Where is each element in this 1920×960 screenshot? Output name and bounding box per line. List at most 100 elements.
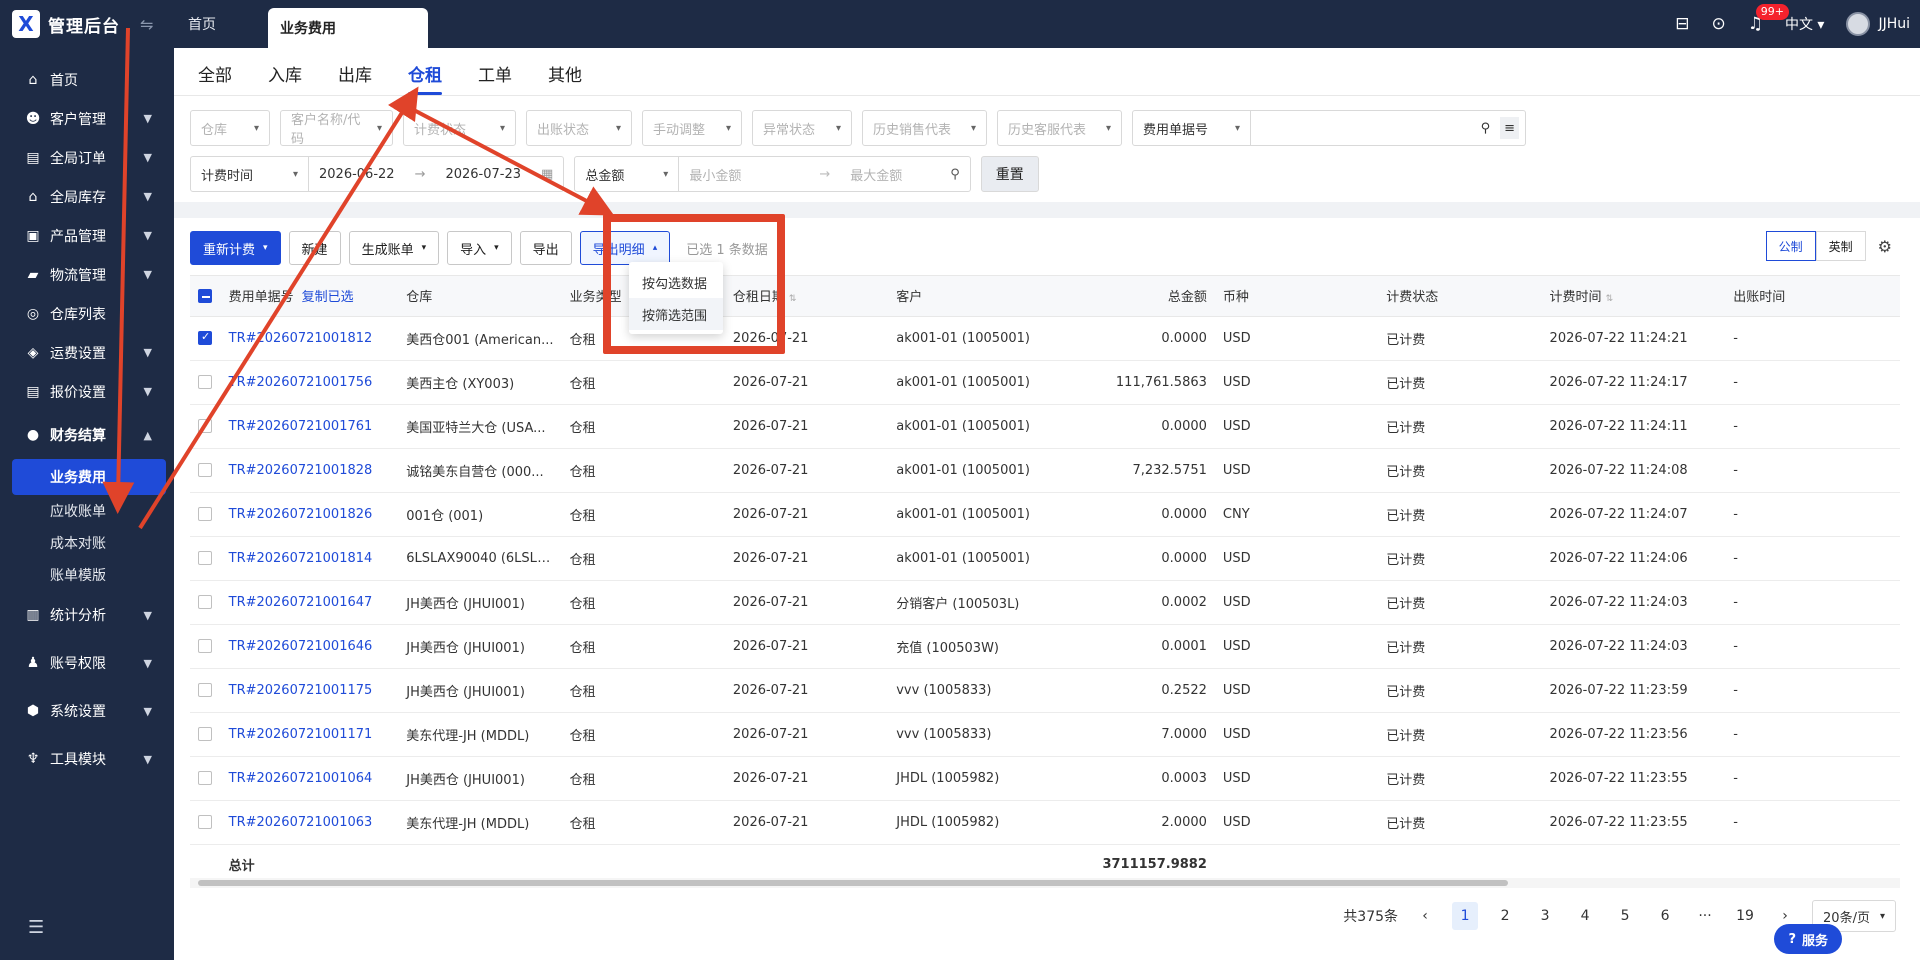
table-row[interactable]: TR#20260721001647 JH美西仓 (JHUI001) 仓租 2026-0…	[190, 580, 1900, 625]
export-option-0[interactable]: 按勾选数据	[629, 266, 723, 298]
filter-select[interactable]: 计费状态 ▾	[403, 110, 516, 146]
bell-icon[interactable]: ♫ 99+	[1748, 4, 1789, 34]
filter-select[interactable]: 客户名称/代码 ▾	[280, 110, 393, 147]
page-6[interactable]: 6	[1652, 902, 1678, 930]
sidebar-item-warehouse[interactable]: ⌂ 全局库存 ▼	[0, 177, 174, 216]
page-···[interactable]: ···	[1692, 902, 1718, 930]
page-5[interactable]: 5	[1612, 902, 1638, 930]
row-checkbox[interactable]	[190, 316, 221, 361]
metric-option[interactable]: 公制	[1765, 231, 1816, 261]
tab-business-fees[interactable]: 业务费用	[268, 8, 428, 48]
export-detail-button[interactable]: 导出明细 ▴	[579, 231, 671, 265]
row-checkbox[interactable]	[190, 668, 221, 713]
recalculate-button[interactable]: 重新计费 ▾	[190, 231, 281, 265]
page-3[interactable]: 3	[1532, 902, 1558, 930]
table-row[interactable]: TR#20260721001828 诚铭美东自营仓 (000... 仓租 2026-0…	[190, 448, 1900, 493]
reset-button[interactable]: 重置	[980, 156, 1039, 192]
filter-select[interactable]: 历史客服代表 ▾	[997, 110, 1122, 146]
row-checkbox-box[interactable]	[198, 727, 212, 741]
row-checkbox-box[interactable]	[198, 815, 212, 829]
filter-select[interactable]: 仓库 ▾	[190, 110, 270, 146]
max-amount-input[interactable]: 最大金额	[840, 157, 940, 191]
search-icon[interactable]: ⚲	[1471, 111, 1501, 145]
sidebar-item-settings[interactable]: ⬢ 系统设置 ▼	[0, 687, 174, 735]
export-button[interactable]: 导出	[519, 231, 572, 265]
amount-type-select[interactable]: 总金额 ▾	[575, 157, 680, 191]
amount-range-filter[interactable]: 总金额 ▾ 最小金额 → 最大金额 ⚲	[574, 156, 971, 192]
sidebar-item-home[interactable]: ⌂ 首页	[0, 60, 174, 99]
generate-bill-button[interactable]: 生成账单 ▾	[348, 231, 440, 265]
table-row[interactable]: TR#20260721001814 6LSLAX90040 (6LSLA... 仓租…	[190, 536, 1900, 581]
tab-2[interactable]: 出库	[320, 51, 390, 95]
row-checkbox[interactable]	[190, 712, 221, 757]
import-button[interactable]: 导入 ▾	[447, 231, 512, 265]
doc-number-link[interactable]: TR#20260721001826	[220, 492, 399, 537]
doc-number-link[interactable]: TR#20260721001828	[220, 448, 399, 493]
filter-select[interactable]: 出账状态 ▾	[526, 110, 632, 146]
doc-number-link[interactable]: TR#20260721001761	[220, 404, 399, 449]
row-checkbox[interactable]	[190, 580, 221, 625]
table-row[interactable]: TR#20260721001826 001仓 (001) 仓租 2026-07-21 a…	[190, 492, 1900, 537]
table-row[interactable]: TR#20260721001064 JH美西仓 (JHUI001) 仓租 2026-0…	[190, 756, 1900, 801]
copy-selected-link[interactable]: 复制已选	[302, 290, 354, 305]
sidebar-item-product[interactable]: ▣ 产品管理 ▼	[0, 216, 174, 255]
time-range-filter[interactable]: 计费时间 ▾ 2026-06-22 → 2026-07-23 ▦	[190, 156, 565, 192]
table-row[interactable]: TR#20260721001175 JH美西仓 (JHUI001) 仓租 2026-0…	[190, 668, 1900, 713]
table-row[interactable]: TR#20260721001761 美国亚特兰大仓 (USA... 仓租 2026-0…	[190, 404, 1900, 449]
filter-select[interactable]: 手动调整 ▾	[642, 110, 742, 146]
date-from[interactable]: 2026-06-22	[309, 157, 405, 191]
service-button[interactable]: ? 服务	[1774, 924, 1842, 954]
row-checkbox[interactable]	[190, 800, 221, 845]
sidebar-item-warehouse-list[interactable]: ◎ 仓库列表	[0, 294, 174, 333]
filter-select[interactable]: 异常状态 ▾	[752, 110, 852, 146]
page-1[interactable]: 1	[1452, 902, 1479, 930]
table-row[interactable]: TR#20260721001171 美东代理-JH (MDDL) 仓租 2026-07…	[190, 712, 1900, 757]
table-row[interactable]: TR#20260721001756 美西主仓 (XY003) 仓租 2026-07-2…	[190, 360, 1900, 405]
tab-home[interactable]: 首页	[188, 14, 268, 34]
filter-select[interactable]: 历史销售代表 ▾	[862, 110, 987, 146]
page-2[interactable]: 2	[1492, 902, 1518, 930]
search-icon[interactable]: ⚲	[940, 157, 970, 191]
row-checkbox[interactable]	[190, 624, 221, 669]
menu-collapse-icon[interactable]: ☰	[28, 917, 44, 938]
row-checkbox-box[interactable]	[198, 375, 212, 389]
row-checkbox-box[interactable]	[198, 639, 212, 653]
row-checkbox-box[interactable]	[198, 595, 212, 609]
page-4[interactable]: 4	[1572, 902, 1598, 930]
imperial-option[interactable]: 英制	[1815, 231, 1866, 261]
tab-5[interactable]: 其他	[530, 51, 600, 95]
row-checkbox[interactable]	[190, 404, 221, 449]
prev-page-icon[interactable]: ‹	[1412, 902, 1438, 930]
sidebar-item-order[interactable]: ▤ 全局订单 ▼	[0, 138, 174, 177]
new-button[interactable]: 新建	[288, 231, 341, 265]
sidebar-item-stats[interactable]: ▥ 统计分析 ▼	[0, 591, 174, 639]
row-checkbox-box[interactable]	[198, 551, 212, 565]
doc-number-link[interactable]: TR#20260721001171	[220, 712, 399, 757]
sidebar-sub-item[interactable]: 应收账单	[0, 495, 174, 527]
doc-number-link[interactable]: TR#20260721001812	[220, 316, 399, 361]
sidebar-sub-item[interactable]: 成本对账	[0, 527, 174, 559]
sidebar-item-truck[interactable]: ▰ 物流管理 ▼	[0, 255, 174, 294]
doc-number-link[interactable]: TR#20260721001756	[220, 360, 399, 405]
sidebar-item-finance[interactable]: ● 财务结算 ▲	[0, 411, 174, 459]
row-checkbox-box[interactable]	[198, 330, 212, 345]
sidebar-item-quote[interactable]: ▤ 报价设置 ▼	[0, 372, 174, 411]
sidebar-item-users[interactable]: ☻ 客户管理 ▼	[0, 99, 174, 138]
select-all-checkbox[interactable]	[198, 288, 212, 303]
col-rent-date[interactable]: 仓租日期 ⇅	[724, 276, 889, 317]
doc-number-input[interactable]	[1251, 111, 1471, 145]
min-amount-input[interactable]: 最小金额	[679, 157, 809, 191]
tab-0[interactable]: 全部	[190, 51, 250, 95]
list-filter-icon[interactable]: ≡	[1500, 117, 1519, 139]
row-checkbox[interactable]	[190, 536, 221, 581]
date-to[interactable]: 2026-07-23	[435, 157, 531, 191]
user-menu[interactable]: JJHui	[1846, 12, 1910, 36]
tab-4[interactable]: 工单	[460, 51, 530, 95]
download-icon[interactable]: ⊙	[1711, 14, 1725, 34]
swap-icon[interactable]: ⇋	[140, 15, 170, 34]
column-settings-icon[interactable]: ⚙	[1878, 237, 1892, 256]
sidebar-item-freight[interactable]: ◈ 运费设置 ▼	[0, 333, 174, 372]
doc-number-search[interactable]: 费用单据号 ▾ ⚲ ≡	[1132, 110, 1526, 146]
table-row[interactable]: TR#20260721001812美西仓001 (American...仓租20…	[190, 316, 1900, 361]
row-checkbox-box[interactable]	[198, 419, 212, 433]
